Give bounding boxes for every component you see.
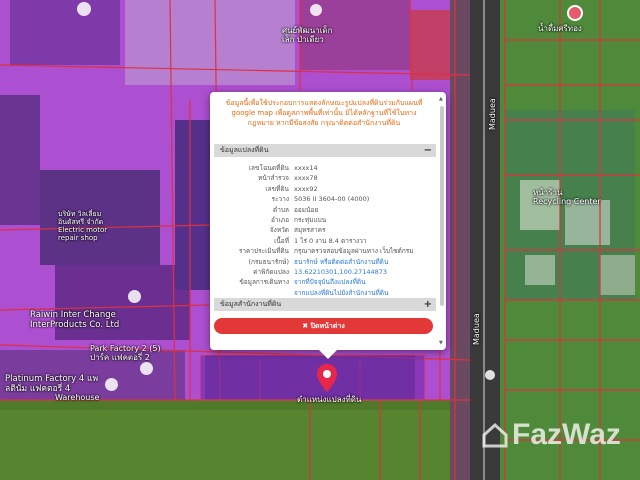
map-label-warehouse: Warehouse (55, 393, 100, 402)
map-label-raiwin: Raiwin Inter Change InterProducts Co. Ltd (30, 310, 120, 330)
table-row: ข้อมูลการเดินทาง จากที่ปัจจุบันถึงแปลงที่… (214, 277, 436, 287)
table-row: อำเภอ กระทุ่มแบน (214, 215, 436, 225)
table-row: จังหวัด สมุทรสาคร (214, 225, 436, 235)
location-pin-icon[interactable] (317, 364, 337, 392)
popup-content[interactable]: ข้อมูลนี้เพื่อใช้ประกอบการแสดงลักษณะรูปแ… (210, 92, 438, 350)
disclaimer-notice: ข้อมูลนี้เพื่อใช้ประกอบการแสดงลักษณะรูปแ… (225, 99, 423, 127)
row-label: เลขที่ดิน (265, 184, 289, 193)
row-label: จังหวัด (269, 226, 289, 235)
table-row: เนื้อที่ 1 ไร่ 0 งาน 8.4 ตารางวา (214, 236, 436, 246)
section-office-header[interactable]: ข้อมูลสำนักงานที่ดิน + (214, 298, 436, 311)
map-label-william: บริษัท วิลเลี่ยม อินดัสทรี จำกัด Electric … (58, 210, 108, 242)
parcel-info-table: เลขโฉนดที่ดิน xxxx14 หน้าสำรวจ xxxx78 เลขที่… (214, 163, 436, 298)
row-value: 5036 II 3604-00 (4000) (294, 195, 370, 204)
row-value: xxxx14 (294, 164, 318, 172)
table-row: หน้าสำรวจ xxxx78 (214, 173, 436, 183)
row-link[interactable]: จากที่ปัจจุบันถึงแปลงที่ดิน (294, 277, 436, 287)
row-label: เนื้อที่ (274, 236, 289, 245)
row-value: กรุณาตรวจสอบข้อมูลผ่านทาง เว็บไซต์กรม (294, 247, 414, 256)
section-parcel-header[interactable]: ข้อมูลแปลงที่ดิน − (214, 144, 436, 157)
section-office-title: ข้อมูลสำนักงานที่ดิน (220, 300, 282, 308)
watermark: FazWaz (512, 418, 621, 451)
row-value: สมุทรสาคร (294, 226, 326, 235)
row-label: ราคาประเมินที่ดิน (238, 247, 289, 256)
map-label-childcare: ศูนย์พัฒนาเด็ก เล็ก ป่าเดียว (282, 26, 333, 44)
popup-scrollbar[interactable]: ▲ ▼ (439, 96, 444, 346)
row-link[interactable]: จากแปลงที่ดินไปยังสำนักงานที่ดิน (294, 288, 436, 298)
row-label: หน้าสำรวจ (258, 174, 289, 183)
fazwaz-logo-icon (482, 422, 508, 448)
row-value: xxxx78 (294, 174, 318, 183)
poi-icon[interactable] (77, 2, 91, 16)
row-link[interactable]: ธนารักษ์ หรือติดต่อสำนักงานที่ดิน (294, 257, 436, 267)
poi-icon[interactable] (310, 4, 322, 16)
row-value: ออมน้อย (294, 205, 319, 214)
table-row: เลขโฉนดที่ดิน xxxx14 (214, 163, 436, 173)
parcel-info-popup: ข้อมูลนี้เพื่อใช้ประกอบการแสดงลักษณะรูปแ… (210, 92, 446, 359)
collapse-icon[interactable]: − (424, 144, 432, 157)
map-label-pin: ตำแหน่งแปลงที่ดิน (297, 395, 362, 404)
row-label: ข้อมูลการเดินทาง (239, 278, 289, 287)
row-label (214, 288, 294, 298)
table-row: จากแปลงที่ดินไปยังสำนักงานที่ดิน (214, 288, 436, 298)
scroll-down-icon[interactable]: ▼ (439, 340, 443, 346)
row-value: xxxx92 (294, 184, 318, 193)
scrollbar-thumb[interactable] (440, 106, 444, 306)
row-label: ตำบล (273, 205, 289, 214)
close-window-button[interactable]: ✖ ปิดหน้าต่าง (214, 318, 433, 334)
table-row: ราคาประเมินที่ดิน กรุณาตรวจสอบข้อมูลผ่านท… (214, 246, 436, 256)
map-label-recycling: หน้าร้าน Recycling Center (533, 188, 601, 206)
row-label: อำเภอ (271, 216, 289, 225)
table-row: ตำบล ออมน้อย (214, 205, 436, 215)
section-parcel-title: ข้อมูลแปลงที่ดิน (220, 146, 269, 154)
table-row: ระวาง 5036 II 3604-00 (4000) (214, 194, 436, 204)
expand-icon[interactable]: + (424, 298, 432, 311)
row-label: ระวาง (271, 195, 289, 204)
row-label: เลขโฉนดที่ดิน (248, 164, 289, 172)
table-row: ค่าพิกัดแปลง 13.62210301,100.27144873 (214, 267, 436, 277)
poi-icon[interactable] (128, 290, 141, 303)
row-label: (กรมธนารักษ์) (248, 257, 289, 266)
table-row: เลขที่ดิน xxxx92 (214, 184, 436, 194)
poi-icon[interactable] (485, 370, 495, 380)
table-row: (กรมธนารักษ์) ธนารักษ์ หรือติดต่อสำนักงาน… (214, 257, 436, 267)
map-label-platinum: Platinum Factory 4 แพ ลตินั่ม แฟคตอรี่ 4 (5, 374, 99, 394)
poi-icon[interactable] (567, 5, 583, 21)
road-label-top: Maduea (488, 98, 497, 130)
scroll-up-icon[interactable]: ▲ (439, 96, 443, 102)
row-value: 1 ไร่ 0 งาน 8.4 ตารางวา (294, 236, 367, 245)
poi-icon[interactable] (140, 362, 153, 375)
row-link[interactable]: 13.62210301,100.27144873 (294, 267, 436, 277)
row-value: กระทุ่มแบน (294, 216, 327, 225)
row-label: ค่าพิกัดแปลง (253, 268, 289, 277)
road-label-bottom: Maduea (472, 313, 481, 345)
map-label-park-factory: Park Factory 2 (5) ปาร์ค แฟคตอรี่ 2 (90, 344, 161, 362)
poi-icon[interactable] (105, 378, 118, 391)
map-label-water-shop: น้ำดื่มศรีทอง (538, 24, 582, 33)
